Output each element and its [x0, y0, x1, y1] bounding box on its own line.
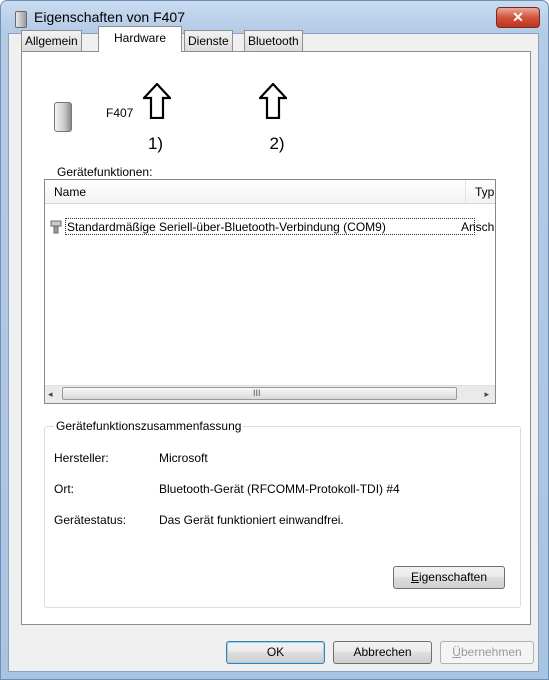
ok-button[interactable]: OK	[226, 641, 325, 664]
status-label: Gerätestatus:	[54, 513, 127, 527]
apply-button[interactable]: Übernehmen	[440, 641, 534, 664]
table-row[interactable]: Standardmäßige Seriell-über-Bluetooth-Ve…	[47, 218, 495, 236]
summary-groupbox: Gerätefunktionszusammenfassung Herstelle…	[44, 419, 521, 608]
scroll-left-icon[interactable]: ◂	[48, 389, 53, 400]
scroll-thumb[interactable]: III	[62, 387, 457, 400]
arrow-up-icon	[143, 83, 171, 119]
location-value: Bluetooth-Gerät (RFCOMM-Protokoll-TDI) #…	[159, 482, 400, 496]
tab-dienste[interactable]: Dienste	[184, 30, 233, 51]
device-functions-list[interactable]: Name Typ Standardmäßige Seriell-über-Blu…	[44, 179, 496, 404]
properties-button[interactable]: Eigenschaften	[393, 566, 505, 589]
scroll-right-icon[interactable]: ▸	[484, 389, 489, 400]
scroll-grip: III	[253, 388, 261, 398]
horizontal-scrollbar[interactable]: ◂ III ▸	[45, 385, 495, 403]
port-icon	[50, 220, 62, 234]
status-value: Das Gerät funktioniert einwandfrei.	[159, 513, 344, 527]
cancel-button[interactable]: Abbrechen	[333, 641, 432, 664]
column-header-name[interactable]: Name	[54, 185, 86, 199]
close-button[interactable]: ✕	[496, 7, 540, 28]
tab-hardware[interactable]: Hardware	[98, 26, 182, 52]
manufacturer-value: Microsoft	[159, 451, 208, 465]
printer-device-icon	[54, 102, 72, 132]
summary-title: Gerätefunktionszusammenfassung	[54, 419, 244, 433]
device-small-icon	[15, 11, 27, 28]
row-name-cell: Standardmäßige Seriell-über-Bluetooth-Ve…	[67, 220, 386, 234]
window-title: Eigenschaften von F407	[34, 9, 185, 25]
tab-allgemein[interactable]: Allgemein	[21, 30, 82, 51]
arrow-up-icon	[259, 83, 287, 119]
location-label: Ort:	[54, 482, 74, 496]
row-type-cell: Anschlü	[461, 220, 495, 234]
callout-label-1: 1)	[122, 124, 189, 162]
list-header: Name Typ	[45, 180, 495, 204]
device-name: F407	[106, 106, 134, 120]
column-header-type[interactable]: Typ	[475, 185, 494, 199]
manufacturer-label: Hersteller:	[54, 451, 109, 465]
functions-label: Gerätefunktionen:	[57, 165, 153, 179]
callout-label-2: 2)	[243, 124, 311, 162]
tab-bluetooth[interactable]: Bluetooth	[244, 30, 303, 51]
